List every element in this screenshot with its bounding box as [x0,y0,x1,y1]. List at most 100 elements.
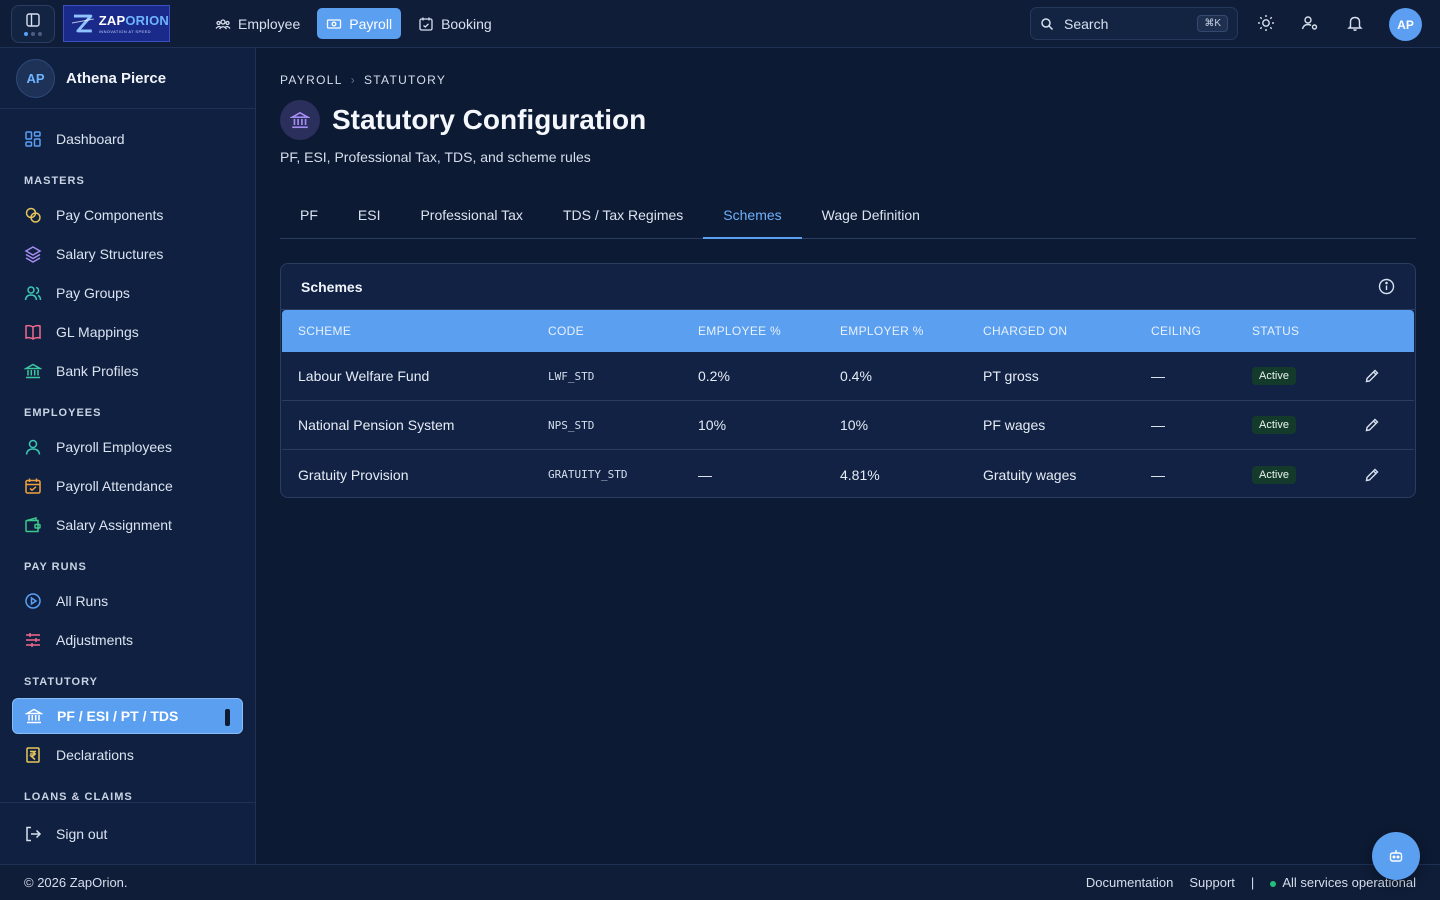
sun-icon[interactable] [1257,14,1275,32]
column-header-code[interactable]: CODE [548,324,584,338]
tab-esi[interactable]: ESI [338,191,401,238]
column-header-charged-on[interactable]: CHARGED ON [983,324,1067,338]
nav-section-masters: MASTERS [24,175,85,187]
cell-employee-pct: 0.2% [698,368,730,384]
nav-section-pay-runs: PAY RUNS [24,561,87,573]
sidebar: AP Athena Pierce Dashboard MASTERS Pay C… [0,48,256,864]
module-switcher: Employee Payroll Booking [206,8,501,39]
footer-links: Documentation Support | All services ope… [1086,875,1416,890]
info-icon[interactable] [1378,278,1395,295]
breadcrumb-statutory: STATUTORY [363,73,447,87]
tab-pf[interactable]: PF [280,191,338,238]
cell-ceiling: — [1151,417,1165,433]
table-row[interactable]: Labour Welfare Fund LWF_STD 0.2% 0.4% PT… [282,352,1414,401]
pencil-icon[interactable] [1364,368,1380,384]
cell-scheme: Labour Welfare Fund [298,368,430,384]
layers-icon [24,246,42,263]
breadcrumb-payroll[interactable]: PAYROLL [280,73,343,87]
tab-schemes[interactable]: Schemes [703,191,803,239]
user-settings-icon[interactable] [1301,14,1319,32]
sign-out-button[interactable]: Sign out [12,816,243,852]
wallet-icon [25,517,41,533]
sidebar-footer: Sign out [0,802,255,864]
sidebar-nav: Dashboard MASTERS Pay Components Salary … [0,109,255,802]
module-booking[interactable]: Booking [409,8,501,39]
top-bar: ZAPORION INNOVATION AT SPEED Employee Pa… [0,0,1440,48]
tab-professional-tax[interactable]: Professional Tax [400,191,542,238]
cell-charged-on: PF wages [983,417,1046,433]
page-subtitle: PF, ESI, Professional Tax, TDS, and sche… [280,149,591,165]
column-header-employee-pct[interactable]: EMPLOYEE % [698,324,781,338]
cell-charged-on: Gratuity wages [983,466,1077,483]
footer-divider: | [1250,875,1255,890]
sidebar-user[interactable]: AP Athena Pierce [0,48,255,109]
play-circle-icon [25,593,41,609]
global-search[interactable]: Search ⌘K [1030,7,1238,40]
assistant-bot-button[interactable] [1372,832,1420,880]
column-header-scheme[interactable]: SCHEME [298,324,351,338]
column-header-status[interactable]: STATUS [1252,324,1299,338]
copyright: © 2026 ZapOrion. [24,875,128,890]
nav-section-statutory: STATUTORY [24,676,98,688]
table-row[interactable]: National Pension System NPS_STD 10% 10% … [282,401,1414,450]
table-header: SCHEME CODE EMPLOYEE % EMPLOYER % CHARGE… [282,310,1414,352]
pencil-icon[interactable] [1364,417,1380,433]
users-icon [24,286,42,301]
module-payroll[interactable]: Payroll [317,8,402,39]
sidebar-item-salary-structures[interactable]: Salary Structures [12,236,243,272]
panel-left-icon [26,13,40,27]
sidebar-item-pay-components[interactable]: Pay Components [12,197,243,233]
module-employee[interactable]: Employee [206,8,309,39]
landmark-icon [24,363,42,379]
nav-section-employees: EMPLOYEES [24,407,102,419]
user-avatar-button[interactable]: AP [1389,8,1422,41]
sidebar-item-dashboard[interactable]: Dashboard [12,121,243,157]
receipt-rupee-icon [26,747,40,763]
breadcrumb: PAYROLL › STATUTORY [280,73,446,87]
sidebar-item-gl-mappings[interactable]: GL Mappings [12,314,243,350]
cell-charged-on: PT gross [983,368,1039,384]
sidebar-toggle-button[interactable] [11,5,55,43]
logo-mark-icon [71,14,94,32]
book-open-icon [25,324,41,340]
cell-employer-pct: 10% [840,417,869,433]
users-icon [215,18,231,29]
sidebar-item-payroll-attendance[interactable]: Payroll Attendance [12,468,243,504]
documentation-link[interactable]: Documentation [1086,875,1173,890]
user-name: Athena Pierce [66,69,167,87]
column-header-ceiling[interactable]: CEILING [1151,324,1201,338]
cell-code: NPS_STD [548,418,595,432]
schemes-table: SCHEME CODE EMPLOYEE % EMPLOYER % CHARGE… [282,310,1414,497]
sidebar-item-adjustments[interactable]: Adjustments [12,622,243,658]
tab-wage-definition[interactable]: Wage Definition [802,191,940,238]
search-label: Search [1064,15,1109,32]
pencil-icon[interactable] [1364,467,1380,483]
banknote-icon [327,18,342,29]
cell-employee-pct: — [698,466,712,483]
bot-icon [1389,850,1403,862]
page-header: Statutory Configuration [280,100,646,140]
page-title: Statutory Configuration [332,104,647,135]
cell-employer-pct: 4.81% [840,466,880,483]
sidebar-item-salary-assignment[interactable]: Salary Assignment [12,507,243,543]
avatar: AP [16,58,55,98]
column-header-employer-pct[interactable]: EMPLOYER % [840,324,924,338]
bell-icon[interactable] [1346,14,1364,32]
footer: © 2026 ZapOrion. Documentation Support |… [0,864,1440,900]
landmark-icon [280,100,320,140]
sidebar-item-pay-groups[interactable]: Pay Groups [12,275,243,311]
sidebar-item-bank-profiles[interactable]: Bank Profiles [12,353,243,389]
nav-section-loans-claims: LOANS & CLAIMS [24,791,133,802]
search-icon [1041,17,1054,30]
zaporion-logo[interactable]: ZAPORION INNOVATION AT SPEED [63,5,170,42]
coins-icon [25,207,41,223]
cell-ceiling: — [1151,466,1165,483]
tab-tds-tax-regimes[interactable]: TDS / Tax Regimes [543,191,703,238]
table-row[interactable]: Gratuity Provision GRATUITY_STD — 4.81% … [282,450,1414,497]
sidebar-item-all-runs[interactable]: All Runs [12,583,243,619]
sidebar-item-payroll-employees[interactable]: Payroll Employees [12,429,243,465]
schemes-card: Schemes SCHEME CODE EMPLOYEE % EMPLOYER … [280,263,1416,498]
sidebar-item-pf-esi-pt-tds[interactable]: PF / ESI / PT / TDS [12,698,243,734]
sidebar-item-declarations[interactable]: Declarations [12,737,243,773]
support-link[interactable]: Support [1189,875,1235,890]
